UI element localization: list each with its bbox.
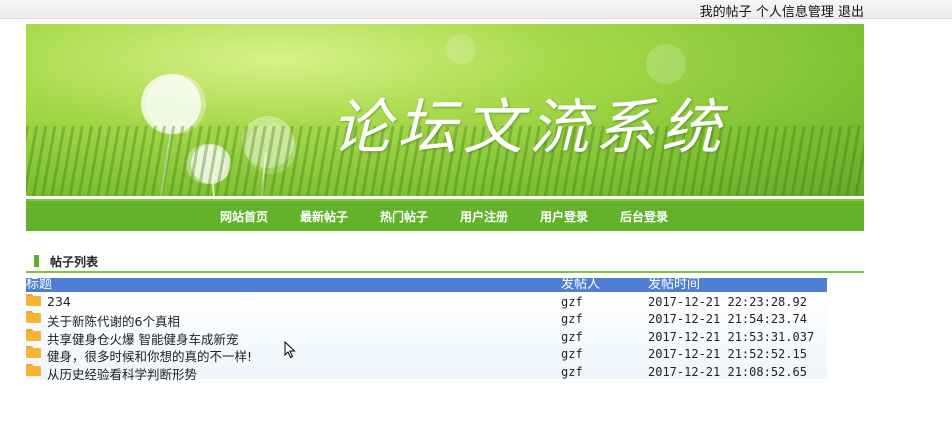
user-links: 我的帖子 个人信息管理 退出	[700, 1, 864, 20]
post-title[interactable]: 从历史经验看科学判断形势	[47, 364, 197, 383]
post-list: 标题 发帖人 发帖时间 234 gzf 2017-12-21 22:23:28.…	[26, 278, 827, 382]
folder-icon	[26, 346, 41, 359]
post-time: 2017-12-21 21:53:31.037	[648, 329, 815, 344]
post-author: gzf	[561, 364, 583, 379]
divider	[26, 271, 864, 273]
folder-icon	[26, 294, 41, 306]
section-heading: 帖子列表	[34, 253, 98, 269]
nav-hot-posts[interactable]: 热门帖子	[380, 208, 428, 225]
column-title: 标题	[26, 277, 53, 292]
banner: 论坛文流系统	[26, 24, 864, 196]
table-row[interactable]: 关于新陈代谢的6个真相 gzf 2017-12-21 21:54:23.74	[26, 309, 827, 329]
post-author: gzf	[561, 329, 583, 344]
column-author: 发帖人	[561, 277, 601, 292]
post-author: gzf	[561, 295, 583, 309]
banner-title: 论坛文流系统	[331, 93, 727, 163]
table-row[interactable]: 从历史经验看科学判断形势 gzf 2017-12-21 21:08:52.65	[26, 362, 827, 382]
nav-home[interactable]: 网站首页	[220, 208, 268, 225]
section-title-text: 帖子列表	[50, 255, 99, 269]
profile-management-link[interactable]: 个人信息管理	[756, 5, 834, 20]
logout-link[interactable]: 退出	[838, 5, 864, 20]
folder-icon	[26, 363, 41, 376]
nav-register[interactable]: 用户注册	[460, 208, 508, 225]
table-row[interactable]: 健身，很多时候和你想的真的不一样! gzf 2017-12-21 21:52:5…	[26, 344, 827, 364]
nav-login[interactable]: 用户登录	[540, 208, 588, 225]
post-time: 2017-12-21 22:23:28.92	[648, 295, 807, 309]
table-row[interactable]: 共享健身仓火爆 智能健身车成新宠 gzf 2017-12-21 21:53:31…	[26, 327, 827, 347]
folder-icon	[26, 328, 41, 341]
post-time: 2017-12-21 21:54:23.74	[648, 312, 807, 327]
column-time: 发帖时间	[648, 277, 701, 292]
main-nav: 网站首页 最新帖子 热门帖子 用户注册 用户登录 后台登录	[26, 199, 864, 231]
post-time: 2017-12-21 21:52:52.15	[648, 347, 807, 362]
heading-bar	[34, 255, 39, 267]
nav-latest-posts[interactable]: 最新帖子	[300, 208, 348, 225]
top-bar: 我的帖子 个人信息管理 退出	[0, 0, 952, 20]
folder-icon	[26, 311, 41, 324]
post-time: 2017-12-21 21:08:52.65	[648, 364, 807, 379]
nav-admin-login[interactable]: 后台登录	[620, 208, 668, 225]
mouse-pointer-icon	[284, 341, 296, 359]
list-header: 标题 发帖人 发帖时间	[26, 278, 827, 292]
post-author: gzf	[561, 312, 583, 327]
post-author: gzf	[561, 347, 583, 362]
table-row[interactable]: 234 gzf 2017-12-21 22:23:28.92	[26, 292, 827, 309]
my-posts-link[interactable]: 我的帖子	[700, 5, 752, 20]
post-title[interactable]: 234	[47, 294, 71, 309]
